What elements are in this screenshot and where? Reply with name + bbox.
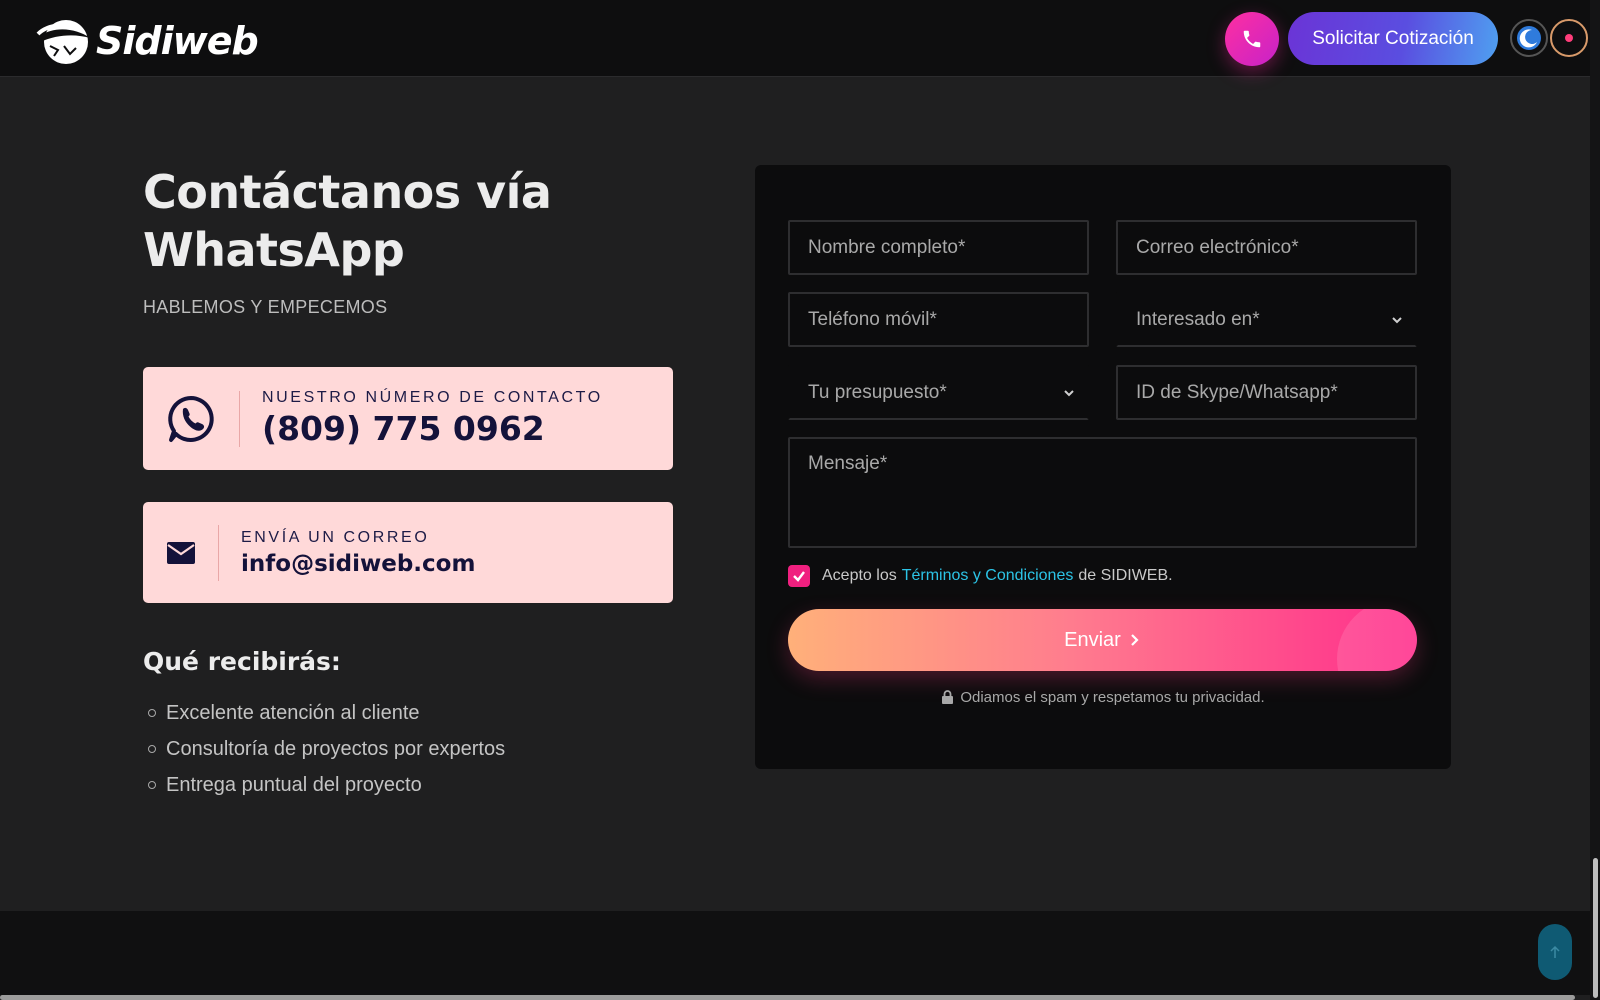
terms-row: Acepto los Términos y Condiciones de SID…	[788, 565, 1173, 587]
chevron-right-icon	[1131, 634, 1139, 646]
chevron-down-icon	[1064, 389, 1074, 396]
email-field[interactable]: Correo electrónico*	[1116, 220, 1417, 275]
call-button[interactable]	[1225, 12, 1279, 66]
footer	[0, 911, 1590, 995]
terms-checkbox[interactable]	[788, 565, 810, 587]
logo-mark-icon	[36, 20, 90, 64]
email-contact-card[interactable]: ENVÍA UN CORREO info@sidiweb.com	[143, 502, 673, 603]
submit-button[interactable]: Enviar	[788, 609, 1417, 671]
record-icon	[1565, 34, 1573, 42]
message-textarea[interactable]: Mensaje*	[788, 437, 1417, 548]
record-button[interactable]	[1550, 19, 1588, 57]
contact-info-section: Contáctanos vía WhatsApp HABLEMOS Y EMPE…	[143, 163, 673, 796]
vertical-scrollbar[interactable]	[1590, 0, 1600, 1000]
logo[interactable]: Sidiweb	[36, 16, 259, 66]
site-header: Sidiweb Solicitar Cotización	[0, 0, 1590, 77]
privacy-note: Odiamos el spam y respetamos tu privacid…	[755, 689, 1451, 706]
terms-link[interactable]: Términos y Condiciones	[902, 567, 1074, 585]
horizontal-scrollbar[interactable]	[0, 995, 1575, 1000]
list-item: Consultoría de proyectos por expertos	[148, 731, 505, 767]
scrollbar-thumb[interactable]	[1593, 858, 1598, 998]
logo-text: Sidiweb	[96, 19, 259, 63]
email-address[interactable]: info@sidiweb.com	[241, 551, 475, 577]
page-title: Contáctanos vía WhatsApp	[143, 165, 552, 277]
skype-whatsapp-field[interactable]: ID de Skype/Whatsapp*	[1116, 365, 1417, 420]
benefits-list: Excelente atención al cliente Consultorí…	[148, 695, 505, 803]
benefits-title: Qué recibirás:	[143, 647, 341, 676]
theme-toggle[interactable]	[1510, 19, 1548, 57]
moon-icon	[1517, 26, 1541, 50]
contact-form: Nombre completo* Correo electrónico* Tel…	[755, 165, 1451, 769]
phone-contact-card[interactable]: NUESTRO NÚMERO DE CONTACTO (809) 775 096…	[143, 367, 673, 470]
interest-select[interactable]: Interesado en*	[1116, 292, 1417, 347]
phone-number[interactable]: (809) 775 0962	[262, 409, 603, 448]
back-to-top-button[interactable]	[1538, 924, 1572, 980]
list-item: Entrega puntual del proyecto	[148, 767, 505, 803]
check-icon	[793, 571, 805, 582]
whatsapp-icon	[168, 395, 214, 442]
budget-select[interactable]: Tu presupuesto*	[788, 365, 1089, 420]
page-subtitle: HABLEMOS Y EMPECEMOS	[143, 297, 388, 317]
list-item: Excelente atención al cliente	[148, 695, 505, 731]
phone-icon	[1243, 30, 1261, 48]
phone-label: NUESTRO NÚMERO DE CONTACTO	[262, 389, 603, 406]
chevron-down-icon	[1392, 316, 1402, 323]
envelope-icon	[166, 541, 195, 564]
arrow-up-icon	[1550, 945, 1560, 958]
request-quote-button[interactable]: Solicitar Cotización	[1288, 12, 1498, 65]
lock-icon	[942, 690, 954, 704]
phone-field[interactable]: Teléfono móvil*	[788, 292, 1089, 347]
email-label: ENVÍA UN CORREO	[241, 528, 430, 546]
name-field[interactable]: Nombre completo*	[788, 220, 1089, 275]
